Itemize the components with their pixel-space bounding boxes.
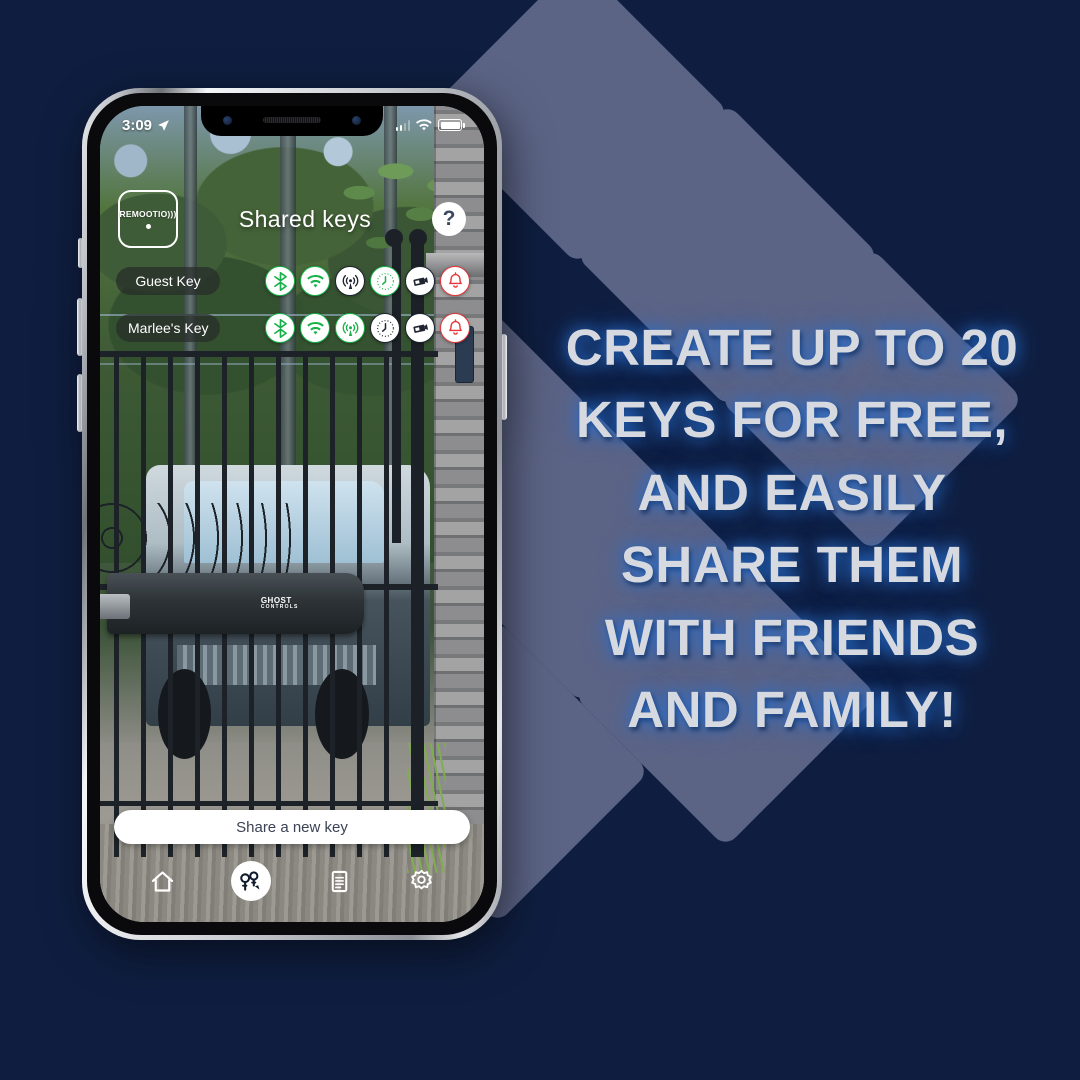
key-name-pill[interactable]: Marlee's Key [116,314,221,342]
nav-home-button[interactable] [149,868,176,895]
phone-screen: GHOST CONTROLS 3:09 REMOOTIO))) Shared k… [100,106,484,922]
status-time: 3:09 [122,116,153,134]
page-title: Shared keys [238,205,372,232]
log-document-icon [331,870,348,892]
camera-icon[interactable] [405,313,435,343]
nav-log-button[interactable] [326,868,353,895]
bottom-navigation [100,858,484,904]
remootio-logo: REMOOTIO))) [118,190,178,248]
phone-frame: GHOST CONTROLS 3:09 REMOOTIO))) Shared k… [82,88,502,940]
logo-wordmark: REMOOTIO))) [119,209,177,219]
gate-opener-arm: GHOST CONTROLS [106,573,364,635]
wifi-icon[interactable] [300,266,330,296]
app-header: REMOOTIO))) Shared keys ? [100,188,484,250]
clock-icon[interactable] [370,266,400,296]
bell-icon[interactable] [440,266,470,296]
camera-icon[interactable] [405,266,435,296]
settings-gear-icon [410,869,432,889]
gate-opener-brand: GHOST CONTROLS [260,596,299,611]
share-key-icon [240,871,260,891]
headline-line: AND EASILY [637,463,947,521]
key-permission-icons [265,266,470,296]
bluetooth-icon[interactable] [265,313,295,343]
brand-sub: CONTROLS [260,604,299,611]
home-icon [152,870,174,892]
cellular-antenna-icon[interactable] [335,313,365,343]
wifi-icon[interactable] [300,313,330,343]
bluetooth-icon[interactable] [265,266,295,296]
headline-line: KEYS FOR FREE, [575,391,1009,449]
key-row[interactable]: Marlee's Key [100,313,484,343]
nav-settings-button[interactable] [408,868,435,895]
phone-bezel: GHOST CONTROLS 3:09 REMOOTIO))) Shared k… [87,93,497,935]
headline-line: AND FAMILY! [627,681,957,739]
key-permission-icons [265,313,470,343]
cellular-bars-icon [395,119,410,131]
battery-full-icon [438,119,465,131]
clock-icon[interactable] [370,313,400,343]
location-arrow-icon [158,119,169,131]
wifi-icon [416,118,432,130]
shared-keys-list: Guest Key Marlee's Key [100,266,484,360]
share-new-key-button[interactable]: Share a new key [114,810,470,844]
promo-headline: CREATE UP TO 20 KEYS FOR FREE, AND EASIL… [512,312,1072,746]
headline-line: CREATE UP TO 20 [565,319,1019,376]
metal-gate: GHOST CONTROLS [100,229,438,857]
help-button[interactable]: ? [432,202,466,236]
key-row[interactable]: Guest Key [100,266,484,296]
status-bar: 3:09 [100,112,484,138]
cellular-antenna-icon[interactable] [335,266,365,296]
headline-line: SHARE THEM [620,536,964,594]
headline-line: WITH FRIENDS [604,608,980,666]
key-name-pill[interactable]: Guest Key [116,267,220,295]
logo-dot-icon [145,224,151,229]
bell-icon[interactable] [440,313,470,343]
nav-shared-keys-button[interactable] [231,861,272,901]
phone-mockup: GHOST CONTROLS 3:09 REMOOTIO))) Shared k… [77,88,507,940]
